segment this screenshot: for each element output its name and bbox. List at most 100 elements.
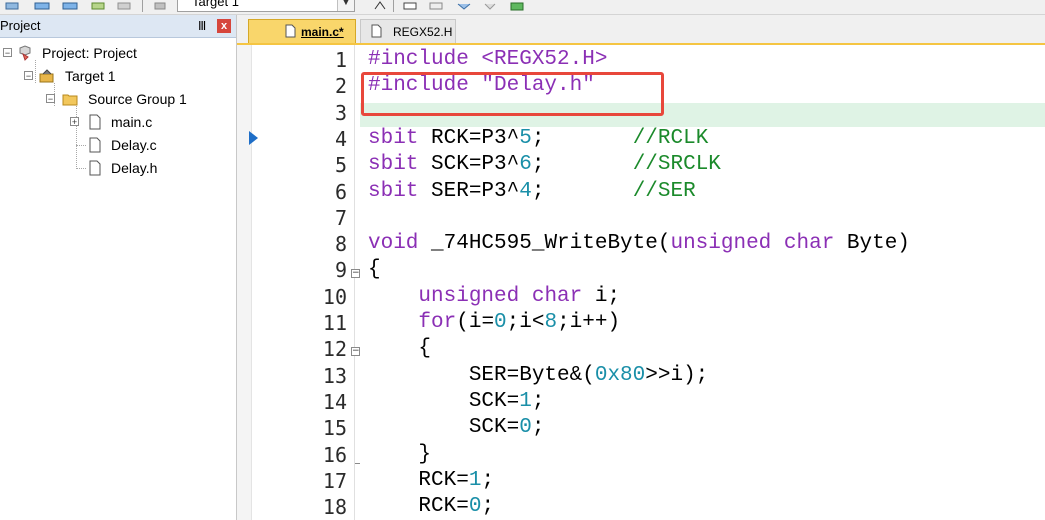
- window-icon[interactable]: [402, 0, 418, 11]
- project-panel-title: Project: [0, 18, 41, 33]
- code-token: ;i<: [506, 311, 545, 334]
- code-line[interactable]: void _74HC595_WriteByte(unsigned char By…: [368, 231, 910, 257]
- annotation-highlight-box: [361, 72, 664, 116]
- line-number: 9: [334, 258, 347, 283]
- fold-margin: [354, 45, 355, 520]
- line-number: 4: [334, 126, 347, 151]
- build-icon[interactable]: [34, 0, 50, 11]
- tree-item-file[interactable]: Delay.c: [0, 134, 236, 156]
- line-number: 3: [334, 100, 347, 125]
- code-token: 0: [494, 311, 507, 334]
- collapse-icon[interactable]: −: [24, 71, 33, 81]
- tree-item-file[interactable]: + main.c: [0, 111, 236, 133]
- collapse-icon[interactable]: −: [3, 48, 12, 58]
- code-token: 0: [468, 495, 482, 519]
- target-icon: [39, 69, 54, 83]
- code-line[interactable]: sbit SER=P3^4; //SER: [368, 179, 696, 205]
- fold-collapse-icon[interactable]: −: [351, 269, 360, 278]
- code-token: unsigned char: [418, 284, 583, 308]
- code-token: SER=P3^: [418, 179, 520, 203]
- line-number: 1: [334, 48, 347, 72]
- editor-tab-bar: main.c* REGX52.H: [237, 15, 1045, 45]
- tree-item-project-root[interactable]: − Project: Project: [0, 42, 236, 64]
- code-line[interactable]: unsigned char i;: [368, 284, 620, 310]
- file-icon: [89, 160, 101, 176]
- code-editor[interactable]: #include <REGX52.H> #include "Delay.h" sbi…: [237, 45, 1045, 520]
- tree-item-label: Target 1: [65, 68, 116, 84]
- target-select[interactable]: Target 1 ▼: [177, 0, 355, 12]
- code-token: _74HC595_WriteByte(: [418, 232, 671, 256]
- project-icon: [19, 45, 31, 61]
- code-token: (i=: [456, 311, 495, 334]
- code-token: sbit: [368, 153, 419, 177]
- code-line[interactable]: #include <REGX52.H>: [368, 47, 607, 73]
- tree-item-target[interactable]: − Target 1: [0, 65, 236, 87]
- code-line[interactable]: SER=Byte&(0x80>>i);: [368, 363, 708, 389]
- tab-regx52-h[interactable]: REGX52.H: [360, 19, 456, 43]
- target-select-value: Target 1: [192, 0, 239, 9]
- code-token: SER=Byte&(: [368, 363, 595, 387]
- code-token: 1: [468, 468, 482, 492]
- code-token: unsigned char: [670, 232, 835, 256]
- code-token: >>i);: [645, 363, 709, 387]
- pack-installer-icon[interactable]: [482, 0, 498, 11]
- code-line[interactable]: RCK=1;: [368, 468, 494, 494]
- batch-build-icon[interactable]: [4, 0, 20, 11]
- toolbar-separator: [142, 0, 143, 12]
- code-line[interactable]: RCK=0;: [368, 494, 494, 520]
- file-icon: [89, 114, 101, 130]
- code-line[interactable]: SCK=0;: [368, 415, 545, 441]
- code-token: 6: [519, 153, 532, 177]
- code-line[interactable]: sbit RCK=P3^5; //RCLK: [368, 126, 708, 152]
- code-line[interactable]: for(i=0;i<8;i++): [368, 310, 620, 336]
- close-icon[interactable]: x: [217, 19, 231, 33]
- code-token: void: [368, 232, 419, 256]
- pin-icon[interactable]: Ⅲ: [198, 15, 206, 37]
- code-token: Byte): [834, 232, 910, 256]
- expand-icon[interactable]: +: [70, 117, 79, 127]
- code-line[interactable]: SCK=1;: [368, 389, 545, 415]
- chevron-down-icon[interactable]: ▼: [337, 0, 354, 11]
- code-token: SCK=: [368, 389, 520, 413]
- code-token: ;: [481, 468, 495, 492]
- copy-icon[interactable]: [428, 0, 444, 11]
- code-token: //SER: [632, 179, 696, 203]
- code-token: 0: [519, 416, 532, 440]
- run-time-env-icon[interactable]: [509, 0, 525, 11]
- line-number: 7: [334, 205, 347, 230]
- collapse-icon[interactable]: −: [46, 94, 55, 104]
- tree-item-label: Delay.c: [111, 137, 157, 153]
- breakpoint-margin[interactable]: [237, 45, 252, 520]
- line-number: 14: [322, 389, 347, 414]
- line-number: 18: [322, 495, 347, 520]
- code-token: ;: [481, 495, 495, 519]
- manage-components-icon[interactable]: [456, 0, 472, 11]
- translate-icon[interactable]: [90, 0, 106, 11]
- download-icon[interactable]: [152, 0, 168, 11]
- code-token: ;: [531, 179, 633, 203]
- rebuild-icon[interactable]: [62, 0, 78, 11]
- code-token: #include <REGX52.H>: [368, 48, 608, 71]
- tab-main-c[interactable]: main.c*: [248, 19, 356, 43]
- code-line[interactable]: sbit SCK=P3^6; //SRCLK: [368, 152, 721, 178]
- code-line[interactable]: }: [368, 442, 431, 468]
- tree-item-file[interactable]: Delay.h: [0, 157, 236, 179]
- code-token: sbit: [368, 179, 419, 203]
- project-panel: Project Ⅲ x − Project: Project − Target …: [0, 15, 237, 520]
- fold-collapse-icon[interactable]: −: [351, 347, 360, 356]
- code-line[interactable]: {: [368, 257, 381, 283]
- stop-build-icon[interactable]: [116, 0, 132, 11]
- target-options-icon[interactable]: [372, 0, 388, 11]
- code-line[interactable]: {: [368, 336, 431, 362]
- fold-end-marker: [355, 463, 360, 464]
- line-number: 5: [334, 153, 347, 178]
- line-number: 13: [322, 363, 347, 388]
- file-icon: [371, 24, 382, 38]
- code-token: SCK=: [368, 416, 520, 440]
- line-number: 16: [322, 442, 347, 467]
- current-line-arrow-icon: [249, 131, 258, 145]
- file-icon: [285, 24, 296, 38]
- tree-item-source-group[interactable]: − Source Group 1: [0, 88, 236, 110]
